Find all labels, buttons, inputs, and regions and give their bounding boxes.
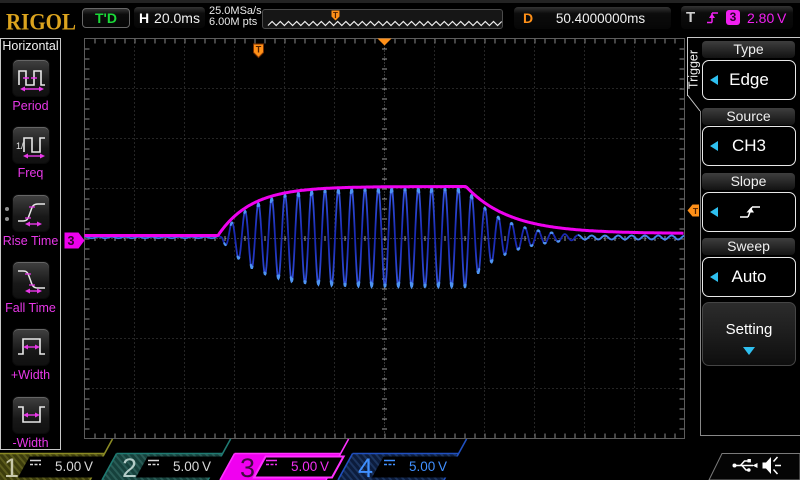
svg-text:2: 2	[122, 453, 137, 480]
svg-text:3: 3	[68, 234, 75, 248]
svg-text:T: T	[693, 206, 699, 216]
svg-text:5.00 V: 5.00 V	[409, 459, 447, 474]
svg-text:1: 1	[4, 453, 19, 480]
svg-text:5.00 V: 5.00 V	[291, 459, 329, 474]
svg-text:5.00 V: 5.00 V	[173, 459, 211, 474]
svg-text:5.00 V: 5.00 V	[55, 459, 93, 474]
svg-text:3: 3	[240, 453, 255, 480]
svg-text:T: T	[333, 11, 338, 20]
svg-text:4: 4	[358, 453, 373, 480]
svg-text:1/: 1/	[16, 141, 24, 151]
svg-text:T: T	[256, 45, 262, 55]
